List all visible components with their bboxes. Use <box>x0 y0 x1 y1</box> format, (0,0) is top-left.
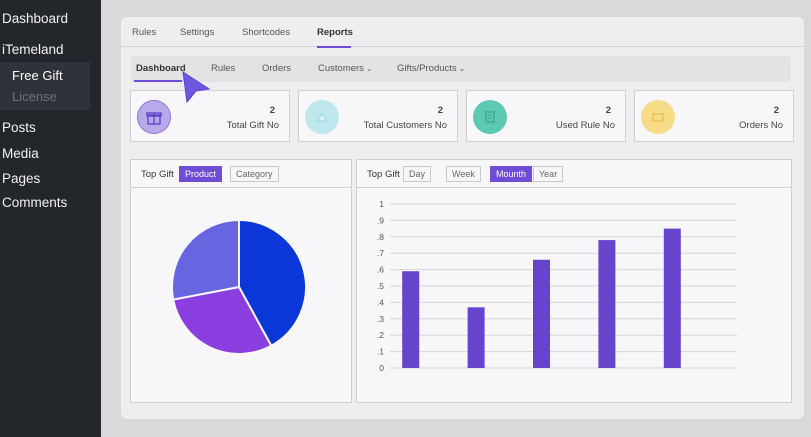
y-tick-label: 1 <box>379 199 384 209</box>
stat-card-total-customers: 2 Total Customers No <box>298 90 458 142</box>
bar[interactable] <box>598 240 616 368</box>
report-tab-gifts-products[interactable]: Gifts/Products ⌄ <box>397 63 465 74</box>
top-gift-pie-panel: Top Gift Product Category <box>130 159 352 403</box>
y-tick-label: .9 <box>377 215 384 225</box>
admin-sidebar: Dashboard iTemeland Free Gift License Po… <box>0 0 101 437</box>
pie-panel-header: Top Gift Product Category <box>131 160 351 188</box>
y-tick-label: .5 <box>377 281 384 291</box>
y-tick-label: .7 <box>377 248 384 258</box>
y-tick-label: .6 <box>377 265 384 275</box>
toggle-category[interactable]: Category <box>230 166 279 182</box>
sidebar-item-dashboard[interactable]: Dashboard <box>2 11 68 26</box>
pie-chart <box>171 218 307 355</box>
bar-chart: 0 .1 .2 .3 .4 .5 .6 .7 .8 .9 1 <box>377 199 737 373</box>
sidebar-item-itemeland[interactable]: iTemeland <box>2 42 64 57</box>
report-tab-customers-label: Customers <box>318 63 364 74</box>
report-tab-dashboard[interactable]: Dashboard <box>136 63 186 74</box>
sidebar-item-comments[interactable]: Comments <box>2 195 67 210</box>
sidebar-item-posts[interactable]: Posts <box>2 120 36 135</box>
y-tick-label: .3 <box>377 314 384 324</box>
bar[interactable] <box>402 271 420 368</box>
report-tab-customers[interactable]: Customers ⌄ <box>318 63 373 74</box>
stat-card-orders: 2 Orders No <box>634 90 794 142</box>
main-panel: Rules Settings Shortcodes Reports Dashbo… <box>121 17 804 419</box>
submenu-item-license[interactable]: License <box>12 89 57 104</box>
tab-rules[interactable]: Rules <box>132 27 156 38</box>
report-tab-rules[interactable]: Rules <box>211 63 235 74</box>
y-tick-label: .4 <box>377 297 384 307</box>
y-tick-label: .8 <box>377 232 384 242</box>
pie-panel-title: Top Gift <box>141 169 174 180</box>
bar[interactable] <box>467 307 485 368</box>
bar[interactable] <box>663 228 681 368</box>
report-tab-orders[interactable]: Orders <box>262 63 291 74</box>
report-tab-gifts-products-label: Gifts/Products <box>397 63 457 74</box>
stat-label: Total Gift No <box>226 120 279 131</box>
tab-shortcodes[interactable]: Shortcodes <box>242 27 290 38</box>
toggle-week[interactable]: Week <box>446 166 481 182</box>
sidebar-submenu: Free Gift License <box>0 62 90 110</box>
report-tab-bar: Dashboard Rules Orders Customers ⌄ Gifts/… <box>131 56 791 82</box>
y-tick-label: .2 <box>377 330 384 340</box>
bar[interactable] <box>533 259 550 368</box>
toggle-day[interactable]: Day <box>403 166 432 182</box>
orders-icon <box>641 100 675 134</box>
submenu-item-free-gift[interactable]: Free Gift <box>12 68 63 83</box>
stat-label: Used Rule No <box>555 120 615 131</box>
tab-settings[interactable]: Settings <box>180 27 214 38</box>
y-tick-label: 0 <box>379 363 384 373</box>
sidebar-item-pages[interactable]: Pages <box>2 171 40 186</box>
stat-value: 2 <box>773 105 779 116</box>
tab-reports[interactable]: Reports <box>317 27 353 38</box>
toggle-product[interactable]: Product <box>179 166 223 182</box>
bar-panel-header: Top Gift Day Week Mounth Year <box>357 160 791 188</box>
sidebar-item-media[interactable]: Media <box>2 146 39 161</box>
stat-label: Total Customers No <box>363 120 447 131</box>
toggle-year[interactable]: Year <box>533 166 564 182</box>
pie-slice[interactable] <box>171 218 240 301</box>
stat-label: Orders No <box>739 120 783 131</box>
stat-value: 2 <box>437 105 443 116</box>
mouse-cursor-icon <box>182 71 211 103</box>
customers-icon <box>305 100 339 134</box>
chevron-down-icon: ⌄ <box>365 64 373 73</box>
y-tick-label: .1 <box>377 347 384 357</box>
top-gift-bar-panel: Top Gift Day Week Mounth Year 0 .1 .2 .3 .4.… <box>356 159 792 403</box>
active-tab-indicator <box>317 46 351 48</box>
bar-panel-title: Top Gift <box>367 169 400 180</box>
gift-icon <box>137 100 171 134</box>
top-tab-bar: Rules Settings Shortcodes Reports <box>121 17 804 48</box>
active-report-tab-indicator <box>134 80 182 82</box>
stat-value: 2 <box>605 105 611 116</box>
stat-card-used-rule: 2 Used Rule No <box>466 90 626 142</box>
stat-value: 2 <box>269 105 275 116</box>
rule-icon <box>473 100 507 134</box>
toggle-mounth[interactable]: Mounth <box>490 166 533 182</box>
chevron-down-icon: ⌄ <box>458 64 466 73</box>
